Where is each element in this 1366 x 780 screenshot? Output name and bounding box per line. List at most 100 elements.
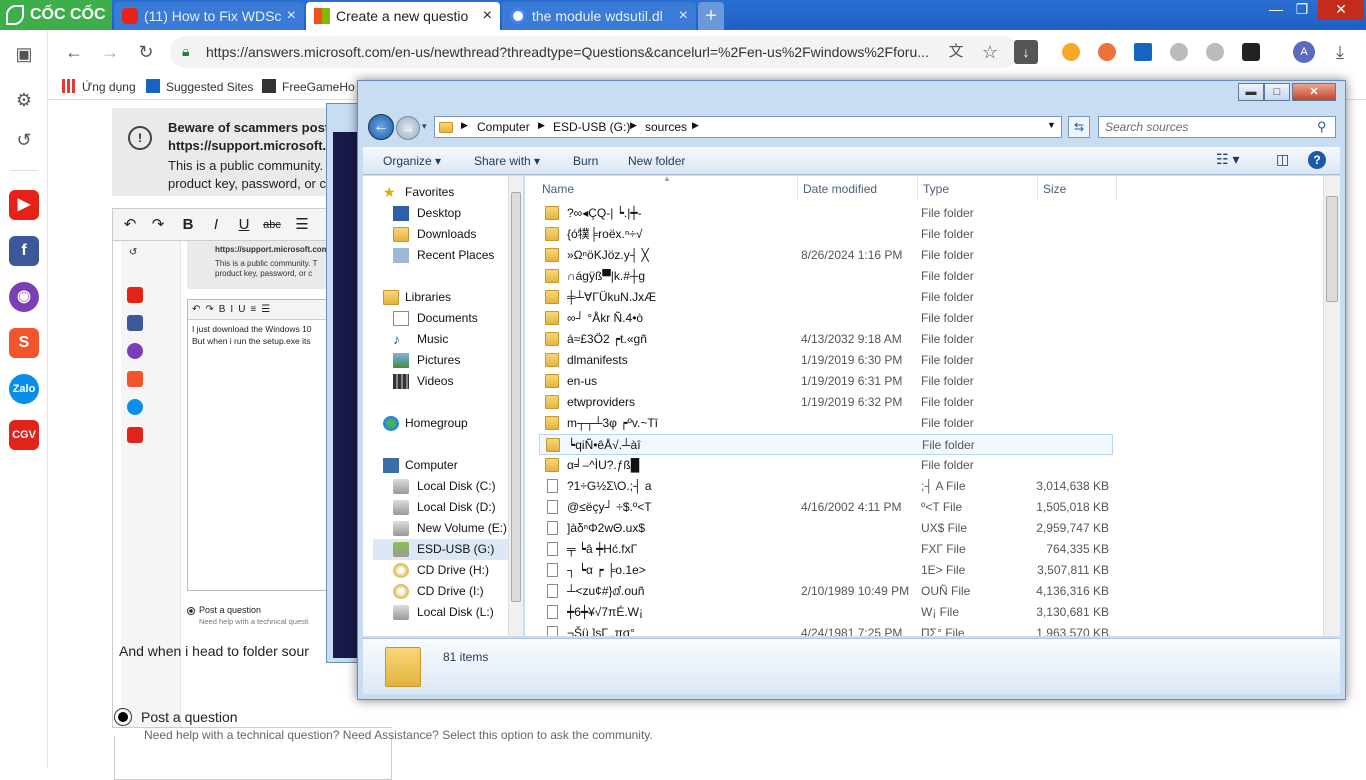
- refresh-icon[interactable]: ⇆: [1068, 116, 1090, 138]
- forward-icon[interactable]: →: [98, 40, 122, 64]
- organize-button[interactable]: Organize ▾: [383, 154, 441, 168]
- sidebar-toggle-icon[interactable]: ▣: [12, 42, 36, 66]
- file-row[interactable]: ┕qiÑ•êÅ√.┴àî File folder: [539, 434, 1113, 455]
- close-tab-icon[interactable]: ×: [679, 2, 688, 30]
- shopee-app-icon[interactable]: S: [9, 328, 39, 358]
- column-divider[interactable]: [797, 176, 798, 200]
- file-list-scrollbar[interactable]: [1323, 176, 1340, 636]
- extension-circle-icon[interactable]: [1170, 43, 1188, 61]
- column-divider[interactable]: [1037, 176, 1038, 200]
- question-body-box[interactable]: [114, 736, 392, 780]
- extension-fox-icon[interactable]: [1098, 43, 1116, 61]
- nav-drive-g[interactable]: ESD-USB (G:): [373, 539, 522, 560]
- new-folder-button[interactable]: New folder: [628, 154, 685, 168]
- profile-avatar[interactable]: A: [1293, 41, 1315, 63]
- file-row[interactable]: m┬┬┴3φ ┍ºv.~Tî File folder: [539, 413, 1113, 434]
- file-scroll-thumb[interactable]: [1326, 196, 1338, 302]
- strikethrough-icon[interactable]: abc: [261, 215, 283, 235]
- column-divider[interactable]: [917, 176, 918, 200]
- file-row[interactable]: ∞┘ °Åkr Ñ.4•ò File folder: [539, 308, 1113, 329]
- file-row[interactable]: α╛–^ÌU?.ƒß█ File folder: [539, 455, 1113, 476]
- explorer-close-icon[interactable]: ✕: [1292, 83, 1336, 101]
- recent-pages-icon[interactable]: ▾: [422, 121, 427, 132]
- download-page-icon[interactable]: ↓: [1014, 40, 1038, 64]
- file-row[interactable]: en-us 1/19/2019 6:31 PM File folder: [539, 371, 1113, 392]
- bookmark-apps[interactable]: Ứng dụng: [62, 79, 136, 94]
- new-tab-button[interactable]: +: [698, 2, 724, 30]
- search-input[interactable]: Search sources ⚲: [1098, 116, 1336, 138]
- close-window-icon[interactable]: ✕: [1318, 0, 1364, 20]
- coccoc-logo[interactable]: CỐC CỐC: [0, 0, 112, 30]
- file-row[interactable]: ┴<zu¢#}ⅆ.ouñ 2/10/1989 10:49 PM OUÑ File 4,…: [539, 581, 1113, 602]
- facebook-app-icon[interactable]: f: [9, 236, 39, 266]
- file-row[interactable]: ╤ ┕â ┿Hć.fxΓ FXΓ File 764,335 KB: [539, 539, 1113, 560]
- breadcrumb-computer[interactable]: Computer: [477, 120, 530, 134]
- address-breadcrumb[interactable]: ▶ Computer ▶ ESD-USB (G:) ▶ sources ▶ ▼: [434, 116, 1062, 138]
- file-row[interactable]: ?∞◂ÇQ-| ┕.|┿- File folder: [539, 203, 1113, 224]
- file-row[interactable]: ∩ágÿß▀|k.#┼g File folder: [539, 266, 1113, 287]
- zalo-app-icon[interactable]: Zalo: [9, 374, 39, 404]
- chevron-down-icon[interactable]: ▼: [1047, 120, 1056, 130]
- url-bar[interactable]: 🔒︎ https://answers.microsoft.com/en-us/n…: [170, 36, 1018, 68]
- extension-bookmark-icon[interactable]: [1134, 43, 1152, 61]
- bold-icon[interactable]: B: [177, 215, 199, 235]
- file-row[interactable]: ?1÷G½Σ\O.;┤ a ;┤ A File 3,014,638 KB: [539, 476, 1113, 497]
- redo-icon[interactable]: ↷: [147, 215, 169, 235]
- extension-circle2-icon[interactable]: [1206, 43, 1224, 61]
- nav-scroll-thumb[interactable]: [511, 192, 521, 602]
- file-row[interactable]: ╪┴∀ΓÜkuN.JxÆ File folder: [539, 287, 1113, 308]
- tab-microsoft[interactable]: Create a new questio ×: [306, 2, 500, 30]
- nav-scrollbar[interactable]: [508, 176, 523, 636]
- file-row[interactable]: ┐ ┕α ┍ ╞o.1e> 1E> File 3,507,811 KB: [539, 560, 1113, 581]
- explorer-forward-icon[interactable]: →: [396, 116, 420, 140]
- undo-icon[interactable]: ↶: [119, 215, 141, 235]
- file-row[interactable]: »ΩⁿöKJöz.y┤ ╳ 8/26/2024 1:16 PM File folde…: [539, 245, 1113, 266]
- reload-icon[interactable]: ↻: [134, 40, 158, 64]
- file-row[interactable]: {ó㹒╞roëx.ⁿ÷√ File folder: [539, 224, 1113, 245]
- underline-icon[interactable]: U: [233, 215, 255, 235]
- history-icon[interactable]: ↺: [12, 128, 36, 152]
- file-row[interactable]: ]àδⁿΦ2wΘ.ux$ UX$ File 2,959,747 KB: [539, 518, 1113, 539]
- column-divider[interactable]: [1116, 176, 1117, 200]
- file-row[interactable]: dlmanifests 1/19/2019 6:30 PM File folder: [539, 350, 1113, 371]
- column-type[interactable]: Type: [923, 182, 949, 196]
- column-size[interactable]: Size: [1043, 182, 1066, 196]
- translate-icon[interactable]: 文: [944, 40, 968, 64]
- view-options-icon[interactable]: ☷ ▾: [1216, 151, 1239, 168]
- tab-google[interactable]: the module wdsutil.dl ×: [502, 2, 696, 30]
- file-row[interactable]: etwproviders 1/19/2019 6:32 PM File folder: [539, 392, 1113, 413]
- warning-link[interactable]: https://support.microsoft.c: [168, 138, 333, 153]
- breadcrumb-sources[interactable]: sources: [645, 120, 687, 134]
- italic-icon[interactable]: I: [205, 215, 227, 235]
- explorer-back-icon[interactable]: ←: [368, 114, 394, 140]
- share-with-button[interactable]: Share with ▾: [474, 154, 540, 168]
- post-question-radio[interactable]: [114, 708, 132, 726]
- align-icon[interactable]: ☰: [291, 215, 313, 235]
- downloads-icon[interactable]: ⤓: [1328, 40, 1352, 64]
- explorer-minimize-icon[interactable]: ▬: [1238, 83, 1264, 101]
- search-icon[interactable]: ⚲: [1317, 119, 1327, 135]
- close-tab-icon[interactable]: ×: [287, 2, 296, 30]
- bookmark-suggested[interactable]: Suggested Sites: [146, 79, 253, 94]
- cgv-app-icon[interactable]: CGV: [9, 420, 39, 450]
- preview-pane-icon[interactable]: ◫: [1276, 151, 1289, 168]
- restore-icon[interactable]: ❐: [1284, 0, 1320, 20]
- file-row[interactable]: @≤ëçy┘ ÷$.º<T 4/16/2002 4:11 PM º<T File 1,…: [539, 497, 1113, 518]
- explorer-maximize-icon[interactable]: □: [1264, 83, 1290, 101]
- burn-button[interactable]: Burn: [573, 154, 598, 168]
- tab-youtube[interactable]: (11) How to Fix WDSc ×: [114, 2, 304, 30]
- column-name[interactable]: Name: [542, 182, 574, 196]
- extension-warning-icon[interactable]: [1062, 43, 1080, 61]
- column-date-modified[interactable]: Date modified: [803, 182, 877, 196]
- music-app-icon[interactable]: ◉: [9, 282, 39, 312]
- file-row[interactable]: ¬Šü ]sΓ .πσ° 4/24/1981 7:25 PM ΠΣ° File 1,9…: [539, 623, 1113, 636]
- breadcrumb-esd-usb[interactable]: ESD-USB (G:): [553, 120, 630, 134]
- bookmark-freegame[interactable]: FreeGameHo: [262, 79, 355, 94]
- settings-icon[interactable]: ⚙: [12, 88, 36, 112]
- file-row[interactable]: ┿6┿¥√7πÉ.W¡ W¡ File 3,130,681 KB: [539, 602, 1113, 623]
- help-icon[interactable]: ?: [1308, 151, 1326, 169]
- close-tab-icon[interactable]: ×: [483, 2, 492, 30]
- youtube-app-icon[interactable]: ▶: [9, 190, 39, 220]
- back-icon[interactable]: ←: [62, 40, 86, 64]
- extension-dark-icon[interactable]: [1242, 43, 1260, 61]
